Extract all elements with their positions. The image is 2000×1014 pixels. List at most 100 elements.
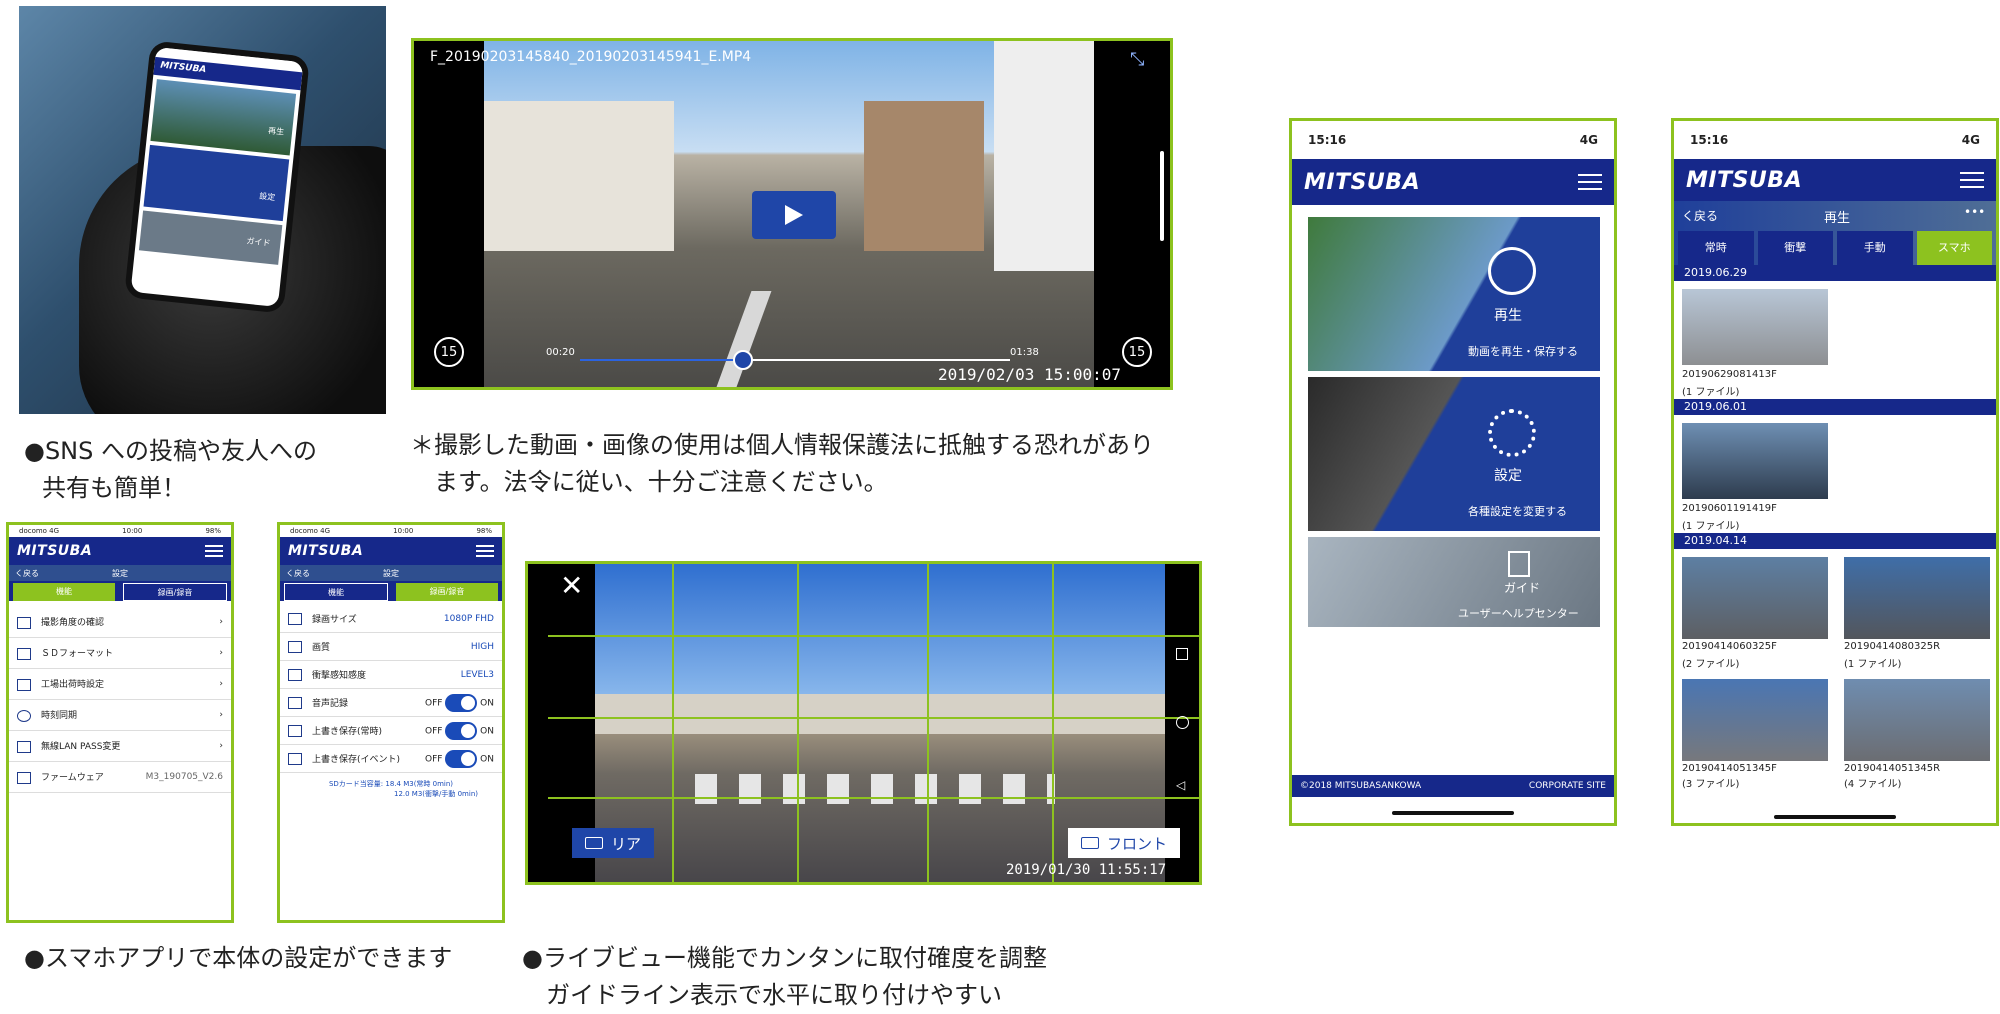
skip-back-button[interactable]: 15 <box>434 337 464 367</box>
menu-icon[interactable] <box>476 545 494 557</box>
row-label: 画質 <box>312 642 331 653</box>
status-time: 15:16 <box>1308 133 1347 147</box>
building-right <box>864 101 984 251</box>
file-count: (1 ファイル) <box>1844 659 1902 670</box>
file-count: (1 ファイル) <box>1682 521 1740 532</box>
video-filename: F_20190203145840_20190203145941_E.MP4 <box>430 49 752 65</box>
file-count: (3 ファイル) <box>1682 779 1740 790</box>
factory-reset-icon <box>17 678 31 691</box>
overwrite-event-toggle[interactable] <box>445 749 478 768</box>
wifi-icon <box>17 740 31 753</box>
file-name: 20190414051345F <box>1682 763 1777 774</box>
guide-tile-subtitle: ユーザーヘルプセンター <box>1458 607 1579 620</box>
tab-smartphone[interactable]: スマホ <box>1916 231 1992 265</box>
back-link[interactable]: く戻る <box>1682 207 1718 224</box>
sd-capacity-line2: 12.0 M3(衝撃/手動 0min) <box>393 790 478 798</box>
row-label: 音声記録 <box>312 698 349 709</box>
date-header: 2019.06.01 <box>1674 399 1996 415</box>
menu-icon[interactable] <box>205 545 223 557</box>
row-value: HIGH <box>470 641 494 652</box>
front-camera-button[interactable]: フロント <box>1068 828 1180 858</box>
toggle-off-label: OFF <box>424 754 443 764</box>
volume-slider[interactable] <box>1160 151 1164 241</box>
row-label: 無線LAN PASS変更 <box>41 742 121 753</box>
sd-capacity-line1: SDカード当容量: 18.4 M3(常時 0min) <box>328 780 454 788</box>
tab-function[interactable]: 機能 <box>13 583 115 601</box>
settings-row[interactable]: 工場出荷時設定 › <box>9 669 231 700</box>
status-carrier: docomo 4G <box>290 527 331 535</box>
video-thumbnail[interactable] <box>1682 423 1828 499</box>
overwrite-normal-toggle[interactable] <box>445 721 478 740</box>
clock-icon <box>17 709 31 722</box>
play-tile-subtitle: 動画を再生・保存する <box>1468 345 1578 358</box>
video-thumbnail[interactable] <box>1682 557 1828 639</box>
status-network: 4G <box>1579 133 1598 147</box>
video-player-frame: F_20190203145840_20190203145941_E.MP4 ⤡ … <box>411 38 1173 390</box>
row-chevron-icon: › <box>219 648 223 658</box>
corporate-link[interactable]: CORPORATE SITE <box>1529 781 1606 791</box>
rear-label: リア <box>610 834 641 853</box>
tab-shock[interactable]: 衝撃 <box>1757 231 1833 265</box>
nav-circle-icon[interactable] <box>1176 716 1189 729</box>
settings-tile[interactable]: 設定 各種設定を変更する <box>1308 377 1600 531</box>
settings-row[interactable]: 衝撃感知感度 LEVEL3 <box>280 661 502 689</box>
video-size-icon <box>288 613 302 626</box>
settings-row[interactable]: ファームウェア M3_190705_V2.6 <box>9 762 231 793</box>
tab-recording[interactable]: 録画/録音 <box>123 583 227 601</box>
nav-back-icon[interactable]: ◁ <box>1176 778 1185 792</box>
home-indicator <box>1774 815 1896 819</box>
guide-book-icon <box>1508 551 1530 577</box>
video-thumbnail[interactable] <box>1844 557 1990 639</box>
row-label: ファームウェア <box>41 773 104 784</box>
guide-tile[interactable]: ガイド ユーザーヘルプセンター <box>1308 537 1600 627</box>
tab-manual[interactable]: 手動 <box>1837 231 1913 265</box>
back-link[interactable]: く戻る <box>15 568 39 579</box>
status-battery: 98% <box>476 527 492 535</box>
play-tile[interactable]: 再生 動画を再生・保存する <box>1308 217 1600 371</box>
camera-icon <box>1080 837 1099 849</box>
menu-icon[interactable] <box>1960 172 1984 188</box>
row-label: 上書き保存(常時) <box>312 726 383 737</box>
play-button[interactable] <box>752 191 836 239</box>
close-icon[interactable]: ✕ <box>560 572 583 600</box>
fullscreen-exit-icon[interactable]: ⤡ <box>1130 49 1144 70</box>
file-name: 20190629081413F <box>1682 369 1777 380</box>
status-carrier: docomo 4G <box>19 527 60 535</box>
more-icon[interactable]: ••• <box>1964 205 1985 219</box>
row-label: 撮影角度の確認 <box>41 618 105 629</box>
settings-row[interactable]: 無線LAN PASS変更 › <box>9 731 231 762</box>
video-thumbnail[interactable] <box>1682 289 1828 365</box>
menu-icon[interactable] <box>1578 174 1602 190</box>
settings-row[interactable]: ＳＤフォーマット › <box>9 638 231 669</box>
rear-camera-button[interactable]: リア <box>572 828 654 858</box>
photo-phone-tile-play: 再生 <box>267 126 285 137</box>
tab-recording[interactable]: 録画/録音 <box>396 583 498 601</box>
settings-row[interactable]: 録画サイズ 1080P FHD <box>280 605 502 633</box>
shock-sensor-icon <box>288 669 302 682</box>
settings-row[interactable]: 撮影角度の確認 › <box>9 607 231 638</box>
skip-forward-button[interactable]: 15 <box>1122 337 1152 367</box>
settings-row[interactable]: 画質 HIGH <box>280 633 502 661</box>
tab-normal[interactable]: 常時 <box>1678 231 1754 265</box>
camera-icon <box>584 837 603 849</box>
date-group: 20190414060325F (2 ファイル) 20190414080325R… <box>1674 549 1996 790</box>
guide-tile-title: ガイド <box>1504 581 1541 595</box>
video-thumbnail[interactable] <box>1844 679 1990 761</box>
tab-function[interactable]: 機能 <box>284 583 388 601</box>
firmware-version: M3_190705_V2.6 <box>145 772 223 782</box>
toggle-on-label: ON <box>480 726 494 736</box>
nav-square-icon[interactable] <box>1176 648 1188 660</box>
settings-row[interactable]: 時刻同期 › <box>9 700 231 731</box>
audio-toggle[interactable] <box>445 693 478 712</box>
app-brand: MITSUBA <box>1304 169 1421 195</box>
screen-title: 設定 <box>383 568 399 578</box>
toggle-off-label: OFF <box>424 698 443 708</box>
copyright: ©2018 MITSUBASANKOWA <box>1300 781 1422 791</box>
app-brand: MITSUBA <box>288 543 364 559</box>
row-label: 衝撃感知感度 <box>312 670 367 681</box>
play-tile-title: 再生 <box>1494 308 1522 324</box>
back-link[interactable]: く戻る <box>286 568 310 579</box>
seek-track[interactable] <box>580 350 1010 370</box>
video-thumbnail[interactable] <box>1682 679 1828 761</box>
angle-icon <box>17 616 31 629</box>
